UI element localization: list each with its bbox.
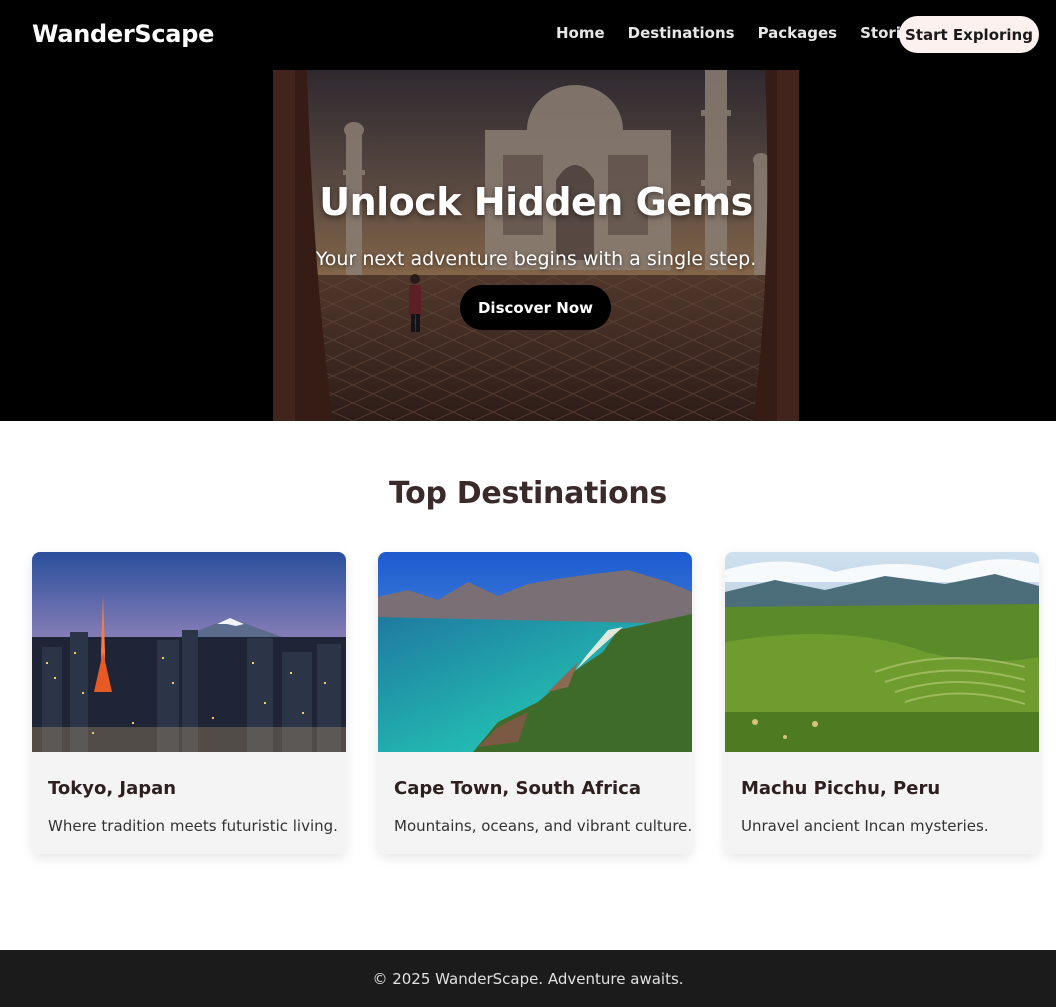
- tokyo-skyline-image: [32, 552, 346, 752]
- nav-link-packages[interactable]: Packages: [758, 24, 838, 42]
- cape-town-coast-image: [378, 552, 692, 752]
- nav-link-home[interactable]: Home: [556, 24, 605, 42]
- destination-card-cape-town[interactable]: Cape Town, South Africa Mountains, ocean…: [378, 552, 692, 854]
- start-exploring-button[interactable]: Start Exploring: [899, 16, 1039, 53]
- main-nav: Home Destinations Packages Stories: [556, 24, 943, 42]
- hero-section: Unlock Hidden Gems Your next adventure b…: [0, 70, 1056, 421]
- site-header: WanderScape Home Destinations Packages S…: [0, 0, 1056, 70]
- hero-content: Unlock Hidden Gems Your next adventure b…: [273, 70, 799, 421]
- hero-subtitle: Your next adventure begins with a single…: [315, 248, 757, 270]
- card-description: Mountains, oceans, and vibrant culture.: [394, 817, 692, 835]
- card-description: Unravel ancient Incan mysteries.: [741, 817, 989, 835]
- card-title: Tokyo, Japan: [48, 778, 177, 799]
- site-logo[interactable]: WanderScape: [32, 20, 214, 48]
- footer-text: © 2025 WanderScape. Adventure awaits.: [372, 969, 684, 988]
- section-title-top-destinations: Top Destinations: [389, 476, 667, 511]
- destination-card-tokyo[interactable]: Tokyo, Japan Where tradition meets futur…: [32, 552, 346, 854]
- card-title: Machu Picchu, Peru: [741, 778, 941, 799]
- discover-now-button[interactable]: Discover Now: [460, 285, 611, 330]
- card-title: Cape Town, South Africa: [394, 778, 641, 799]
- destination-card-machu-picchu[interactable]: Machu Picchu, Peru Unravel ancient Incan…: [725, 552, 1039, 854]
- card-description: Where tradition meets futuristic living.: [48, 817, 338, 835]
- site-footer: © 2025 WanderScape. Adventure awaits.: [0, 950, 1056, 1007]
- hero-title: Unlock Hidden Gems: [319, 180, 753, 224]
- machu-picchu-terraces-image: [725, 552, 1039, 752]
- nav-link-destinations[interactable]: Destinations: [628, 24, 735, 42]
